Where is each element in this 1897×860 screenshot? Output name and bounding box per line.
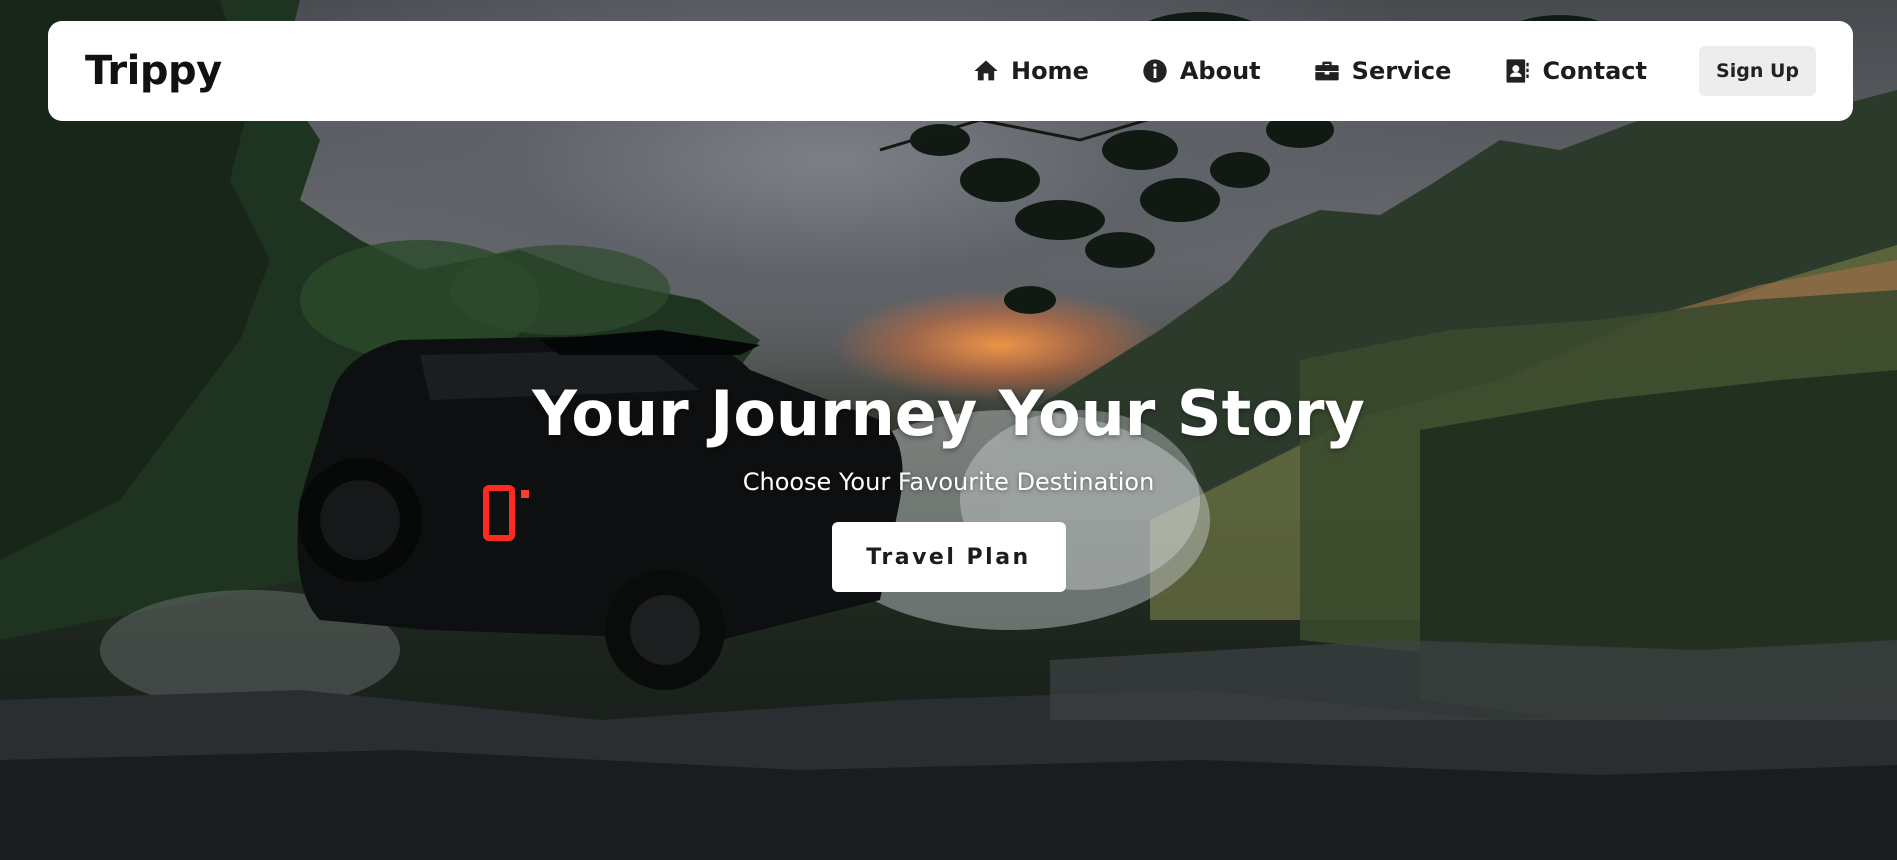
hero-title: Your Journey Your Story [532,377,1365,450]
sign-up-button[interactable]: Sign Up [1699,46,1816,96]
nav-item-home[interactable]: Home [972,57,1089,85]
nav-item-label: About [1179,57,1261,85]
hero-subtitle: Choose Your Favourite Destination [742,468,1155,496]
hero-section: Trippy Home About Service Contact Sign U… [0,0,1897,860]
nav-item-label: Service [1351,57,1452,85]
home-icon [974,60,998,81]
nav-item-about[interactable]: About [1141,57,1261,85]
travel-plan-button[interactable]: Travel Plan [831,522,1066,592]
navbar: Trippy Home About Service Contact Sign U… [48,21,1853,121]
nav-item-label: Home [1010,57,1089,85]
nav-item-label: Contact [1542,57,1647,85]
brand-logo[interactable]: Trippy [85,48,222,94]
hero-content: Your Journey Your Story Choose Your Favo… [0,378,1897,592]
briefcase-icon [1314,61,1339,81]
nav-item-contact[interactable]: Contact [1503,57,1647,85]
info-icon [1143,59,1167,83]
nav-menu: Home About Service Contact Sign Up [972,46,1816,96]
nav-item-service[interactable]: Service [1313,57,1452,85]
address-book-icon [1506,59,1530,83]
